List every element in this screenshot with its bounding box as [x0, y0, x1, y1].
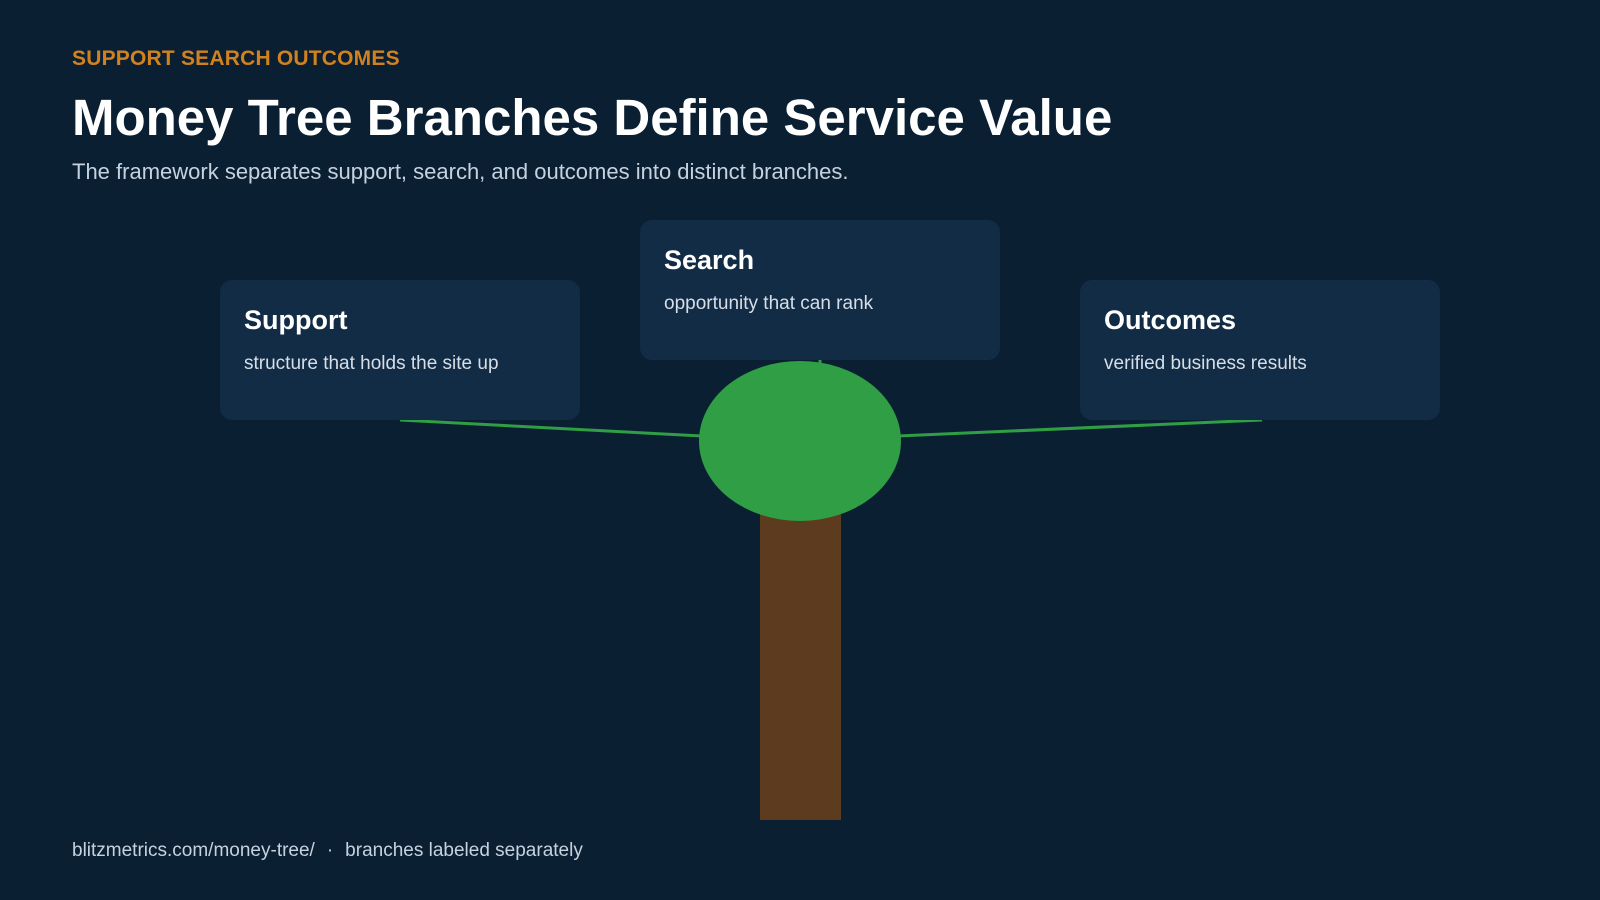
branch-title: Outcomes	[1104, 305, 1237, 335]
branch-description: structure that holds the site up	[244, 353, 499, 374]
branch-card-search: Search opportunity that can rank	[640, 220, 1000, 360]
branch-description: verified business results	[1104, 353, 1307, 374]
branch-card-outcomes: Outcomes verified business results	[1080, 280, 1440, 420]
footer: blitzmetrics.com/money-tree/ · branches la…	[72, 840, 583, 862]
branch-card-support: Support structure that holds the site up	[220, 280, 580, 420]
branch-line-support	[399, 418, 703, 438]
slide: SUPPORT SEARCH OUTCOMES Money Tree Branc…	[0, 0, 1600, 900]
footer-note: branches labeled separately	[345, 840, 583, 861]
footer-separator: ·	[326, 840, 334, 861]
money-tree-diagram	[399, 360, 1263, 820]
tree-canopy	[699, 361, 901, 521]
branch-title: Support	[244, 305, 348, 335]
branch-title: Search	[664, 245, 755, 275]
source-link[interactable]: blitzmetrics.com/money-tree/	[72, 840, 315, 861]
tree-trunk	[760, 505, 841, 820]
branch-description: opportunity that can rank	[664, 293, 874, 314]
branch-line-outcomes	[897, 418, 1263, 438]
